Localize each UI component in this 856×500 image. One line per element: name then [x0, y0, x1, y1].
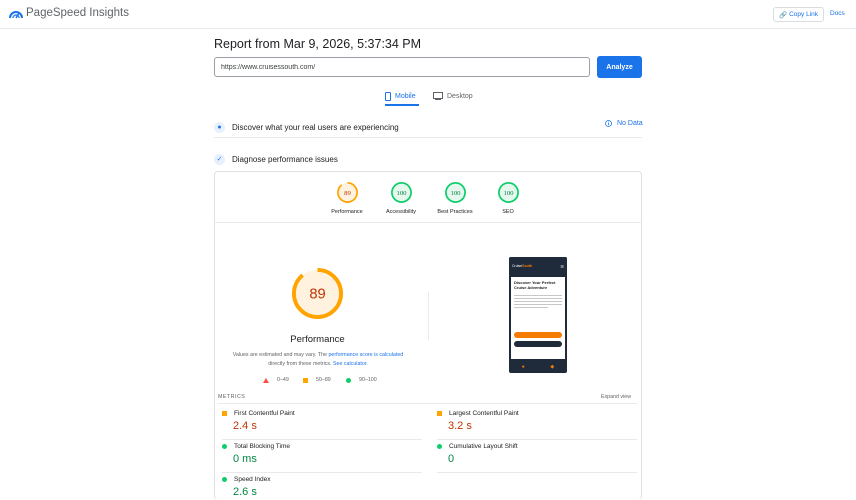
card-divider	[214, 222, 642, 223]
gauge-label: Accessibility	[386, 209, 416, 215]
no-data-indicator[interactable]: No Data	[605, 120, 643, 127]
metric-divider	[222, 472, 422, 473]
legend-average: 50–89	[303, 377, 331, 383]
pass-circle-icon	[346, 377, 351, 383]
average-square-icon	[222, 411, 227, 416]
metric-label: Total Blocking Time	[234, 443, 290, 450]
expand-view-toggle[interactable]: Expand view	[601, 394, 631, 400]
metric-label: Largest Contentful Paint	[449, 410, 519, 417]
metric-value: 2.6 s	[233, 486, 257, 498]
gauge-seo[interactable]: 100	[497, 181, 520, 204]
metrics-divider	[218, 403, 637, 404]
note-prefix: Values are estimated and may vary. The	[232, 352, 327, 358]
screenshot-tag-icon: ◆	[550, 364, 555, 370]
screenshot-footer: ● ◆	[509, 361, 567, 373]
metric-value: 0 ms	[233, 453, 257, 465]
pagespeed-logo-icon[interactable]	[9, 8, 23, 20]
copy-link-button[interactable]: 🔗 Copy Link	[773, 7, 824, 22]
metric-label: Cumulative Layout Shift	[449, 443, 518, 450]
screenshot-navbar: CruiseSouth ☰	[509, 257, 567, 275]
info-icon	[605, 120, 612, 127]
top-bar: PageSpeed Insights 🔗 Copy Link Docs	[0, 0, 856, 29]
screenshot-logo: CruiseSouth	[512, 264, 533, 268]
diagnose-section-header[interactable]: ✓ Diagnose performance issues	[214, 151, 642, 167]
metric-speed-index: Speed Index 2.6 s	[222, 476, 422, 498]
copy-link-label: Copy Link	[789, 11, 818, 18]
screenshot-hero: Discover Your Perfect Cruise Adventure	[511, 277, 565, 359]
metric-value: 2.4 s	[233, 420, 257, 432]
screenshot-menu-icon: ☰	[560, 263, 564, 269]
performance-gauge: 89	[291, 267, 344, 320]
gauge-score: 89	[344, 190, 351, 197]
url-input[interactable]	[214, 57, 590, 77]
pass-circle-icon	[437, 444, 442, 449]
legend-average-label: 50–89	[316, 377, 331, 383]
metric-largest-contentful-paint: Largest Contentful Paint 3.2 s	[437, 410, 637, 432]
metric-cumulative-layout-shift: Cumulative Layout Shift 0	[437, 443, 637, 465]
crux-section-header[interactable]: ● Discover what your real users are expe…	[214, 118, 642, 138]
gauge-performance[interactable]: 89	[336, 181, 359, 204]
analyze-button[interactable]: Analyze	[597, 56, 642, 78]
average-square-icon	[437, 411, 442, 416]
gauge-label: Best Practices	[437, 209, 473, 215]
check-badge-icon: ✓	[214, 153, 225, 165]
fail-triangle-icon	[263, 377, 269, 383]
crux-label: Discover what your real users are experi…	[232, 123, 399, 132]
metric-value: 3.2 s	[448, 420, 472, 432]
see-calculator-link[interactable]: See calculator.	[333, 361, 368, 367]
legend-fail-label: 0–49	[277, 377, 289, 383]
gauge-score: 100	[503, 190, 514, 197]
vertical-separator	[428, 292, 429, 340]
gauge-label: Performance	[331, 209, 363, 215]
pass-circle-icon	[222, 477, 227, 482]
legend-pass-label: 90–100	[359, 377, 377, 383]
metrics-heading: METRICS	[218, 394, 246, 400]
performance-score: 89	[309, 286, 325, 302]
metric-value: 0	[448, 453, 455, 465]
tab-desktop[interactable]: Desktop	[433, 92, 473, 100]
gauge-score: 100	[450, 190, 461, 197]
gauge-best-practices[interactable]: 100	[444, 181, 467, 204]
screenshot-heading: Discover Your Perfect Cruise Adventure	[514, 280, 556, 290]
metric-divider	[437, 439, 637, 440]
score-calculated-link[interactable]: performance score is calculated	[328, 352, 403, 358]
brand-name[interactable]: PageSpeed Insights	[26, 7, 129, 19]
no-data-label: No Data	[617, 120, 643, 127]
metric-label: Speed Index	[234, 476, 271, 483]
desktop-icon	[433, 92, 443, 100]
report-title: Report from Mar 9, 2026, 5:37:34 PM	[214, 37, 422, 51]
people-icon: ●	[214, 122, 225, 133]
pass-circle-icon	[222, 444, 227, 449]
metric-label: First Contentful Paint	[234, 410, 295, 417]
tab-mobile[interactable]: Mobile	[385, 92, 416, 101]
metric-first-contentful-paint: First Contentful Paint 2.4 s	[222, 410, 422, 432]
tab-desktop-label: Desktop	[447, 92, 473, 100]
note-middle: directly from these metrics.	[268, 361, 332, 367]
tab-mobile-label: Mobile	[395, 93, 416, 100]
performance-note: Values are estimated and may vary. The p…	[228, 351, 408, 369]
page-screenshot: CruiseSouth ☰ Discover Your Perfect Crui…	[509, 257, 567, 373]
screenshot-primary-button	[514, 332, 562, 338]
gauge-label: SEO	[502, 209, 514, 215]
metric-divider	[437, 472, 637, 473]
performance-title: Performance	[290, 334, 345, 345]
screenshot-pin-icon: ●	[521, 364, 525, 370]
legend-pass: 90–100	[346, 377, 377, 383]
gauge-score: 100	[396, 190, 407, 197]
screenshot-secondary-button	[514, 341, 562, 347]
mobile-icon	[385, 92, 391, 101]
docs-link[interactable]: Docs	[830, 10, 845, 17]
metric-divider	[222, 439, 422, 440]
diagnose-label: Diagnose performance issues	[232, 154, 338, 164]
link-icon: 🔗	[779, 11, 788, 19]
gauge-accessibility[interactable]: 100	[390, 181, 413, 204]
average-square-icon	[303, 377, 308, 383]
legend-fail: 0–49	[263, 377, 289, 383]
metric-total-blocking-time: Total Blocking Time 0 ms	[222, 443, 422, 465]
active-tab-indicator	[385, 104, 419, 106]
